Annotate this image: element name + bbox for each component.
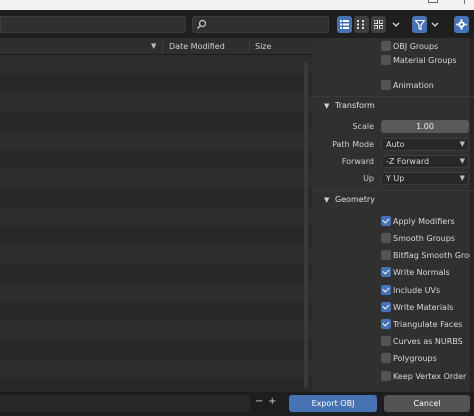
list-row[interactable] [0,55,312,74]
cancel-button[interactable]: Cancel [384,395,470,412]
bitflag-smooth-groups-label: Bitflag Smooth Grou... [393,251,470,260]
bitflag-smooth-groups-checkbox[interactable] [381,250,391,260]
path-mode-select[interactable]: Auto ▼ [381,138,469,151]
display-options-dropdown[interactable] [390,16,402,33]
chevron-down-icon: ▼ [459,174,465,182]
close-icon[interactable] [464,0,465,4]
obj-groups-checkbox[interactable] [381,41,391,51]
filter-button[interactable] [412,16,427,33]
vertical-list-view-button[interactable] [337,16,352,33]
list-row[interactable] [0,264,312,283]
keep-vertex-order-checkbox[interactable] [381,371,391,381]
list-row[interactable] [0,169,312,188]
animation-checkbox[interactable] [381,80,391,90]
geometry-section-header[interactable]: ▼ Geometry [312,192,474,210]
list-row[interactable] [0,93,312,112]
forward-label: Forward [341,157,374,166]
list-row[interactable] [0,188,312,207]
filter-icon [414,19,425,30]
forward-axis-value: -Z Forward [386,157,430,166]
chevron-down-icon [431,22,439,27]
horizontal-list-view-button[interactable] [354,16,369,33]
list-row[interactable] [0,340,312,359]
decrement-filename-button[interactable]: − [255,396,263,407]
chevron-down-icon: ▼ [459,140,465,148]
column-divider[interactable] [249,38,250,54]
export-obj-button[interactable]: Export OBJ [289,395,377,412]
curves-as-nurbs-label: Curves as NURBS [393,337,463,346]
settings-button[interactable] [454,16,469,33]
section-divider [312,96,474,97]
apply-modifiers-label: Apply Modifiers [393,217,455,226]
list-row[interactable] [0,112,312,131]
scale-field[interactable]: 1.00 [381,120,469,133]
file-list-scrollbar[interactable] [304,62,308,388]
keep-vertex-order-label: Keep Vertex Order [393,372,467,381]
list-row[interactable] [0,245,312,264]
list-row[interactable] [0,359,312,378]
list-row[interactable] [0,226,312,245]
write-materials-label: Write Materials [393,303,454,312]
animation-label: Animation [393,81,434,90]
up-axis-value: Y Up [386,174,405,183]
gear-icon [456,19,467,30]
chevron-down-icon: ▼ [459,157,465,165]
chevron-down-icon: ▼ [324,102,330,110]
apply-modifiers-checkbox[interactable] [381,216,391,226]
list-row[interactable] [0,74,312,93]
transform-section-title: Transform [335,101,375,110]
list-row[interactable] [0,302,312,321]
triangulate-faces-label: Triangulate Faces [393,320,463,329]
material-groups-label: Material Groups [393,56,457,65]
chevron-down-icon: ▼ [324,196,330,204]
thumbnail-view-button[interactable] [371,16,386,33]
list-row[interactable] [0,321,312,340]
polygroups-label: Polygroups [393,354,437,363]
material-groups-checkbox[interactable] [381,55,391,65]
column-divider[interactable] [162,38,163,54]
panel-scroll-gutter[interactable] [470,38,474,392]
polygroups-checkbox[interactable] [381,353,391,363]
smooth-groups-label: Smooth Groups [393,234,455,243]
list-icon [340,20,349,29]
include-uvs-checkbox[interactable] [381,285,391,295]
list-row[interactable] [0,207,312,226]
write-normals-checkbox[interactable] [381,267,391,277]
scale-label: Scale [352,122,374,131]
write-materials-checkbox[interactable] [381,302,391,312]
column-size[interactable]: Size [255,42,271,51]
transform-section-header[interactable]: ▼ Transform [312,98,474,116]
geometry-section-title: Geometry [335,195,375,204]
path-mode-value: Auto [386,140,405,149]
triangulate-faces-checkbox[interactable] [381,319,391,329]
column-header: ▼ Date Modified Size [0,38,312,55]
curves-as-nurbs-checkbox[interactable] [381,336,391,346]
column-date-modified[interactable]: Date Modified [169,42,225,51]
grid-icon [374,20,383,29]
include-uvs-label: Include UVs [393,286,441,295]
list-row[interactable] [0,150,312,169]
obj-groups-label: OBJ Groups [393,42,439,51]
path-mode-label: Path Mode [332,140,374,149]
list-row[interactable] [0,283,312,302]
increment-filename-button[interactable]: + [268,396,276,407]
file-list[interactable] [0,38,312,392]
columns-icon [357,20,364,29]
minimize-icon[interactable] [428,0,438,3]
filename-input[interactable] [0,395,250,412]
filter-options-dropdown[interactable] [429,16,441,33]
forward-axis-select[interactable]: -Z Forward ▼ [381,155,469,168]
section-divider [312,190,474,191]
directory-path-field[interactable] [0,16,186,33]
window-title-strip [0,0,474,10]
up-label: Up [363,174,374,183]
smooth-groups-checkbox[interactable] [381,233,391,243]
up-axis-select[interactable]: Y Up ▼ [381,172,469,185]
list-row[interactable] [0,131,312,150]
search-icon [196,19,207,32]
chevron-down-icon [392,22,400,27]
write-normals-label: Write Normals [393,268,450,277]
search-input[interactable] [192,16,329,33]
sort-descending-icon[interactable]: ▼ [151,42,156,50]
